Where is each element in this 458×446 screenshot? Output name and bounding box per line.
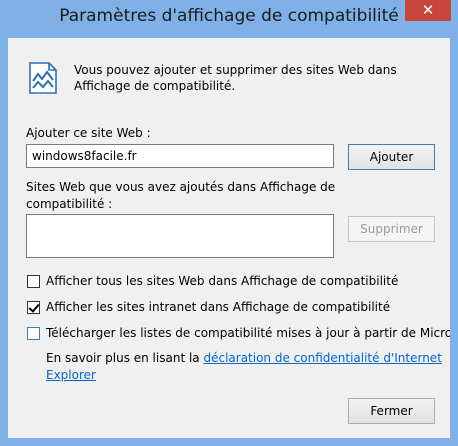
privacy-prefix: En savoir plus en lisant la bbox=[46, 351, 204, 365]
show-intranet-label: Afficher les sites intranet dans Afficha… bbox=[46, 300, 391, 314]
add-site-input[interactable]: windows8facile.fr bbox=[26, 144, 334, 168]
dialog-title: Paramètres d'affichage de compatibilité bbox=[59, 6, 399, 26]
compatibility-view-icon bbox=[29, 62, 57, 94]
show-intranet-checkbox[interactable] bbox=[27, 301, 40, 314]
add-site-value: windows8facile.fr bbox=[32, 149, 137, 163]
close-icon[interactable]: ✕ bbox=[405, 0, 451, 21]
sites-list-label: Sites Web que vous avez ajoutés dans Aff… bbox=[26, 180, 336, 211]
privacy-notice: En savoir plus en lisant la déclaration … bbox=[46, 350, 446, 384]
show-all-sites-checkbox[interactable] bbox=[27, 275, 40, 288]
add-site-label: Ajouter ce site Web : bbox=[26, 126, 151, 140]
privacy-link-line2[interactable]: Explorer bbox=[46, 368, 96, 382]
remove-button[interactable]: Supprimer bbox=[348, 216, 435, 242]
sites-list[interactable] bbox=[26, 214, 334, 258]
info-text: Vous pouvez ajouter et supprimer des sit… bbox=[74, 63, 397, 93]
dialog-window: Paramètres d'affichage de compatibilité … bbox=[0, 0, 458, 446]
show-all-sites-label: Afficher tous les sites Web dans Afficha… bbox=[46, 274, 399, 288]
dialog-body: Vous pouvez ajouter et supprimer des sit… bbox=[8, 38, 450, 438]
download-lists-label: Télécharger les listes de compatibilité … bbox=[46, 326, 450, 340]
close-button[interactable]: Fermer bbox=[348, 398, 435, 424]
title-bar[interactable]: Paramètres d'affichage de compatibilité … bbox=[0, 0, 458, 38]
download-lists-checkbox[interactable] bbox=[27, 327, 40, 340]
add-button[interactable]: Ajouter bbox=[348, 144, 435, 170]
privacy-link-line1[interactable]: déclaration de confidentialité d'Interne… bbox=[203, 351, 441, 365]
